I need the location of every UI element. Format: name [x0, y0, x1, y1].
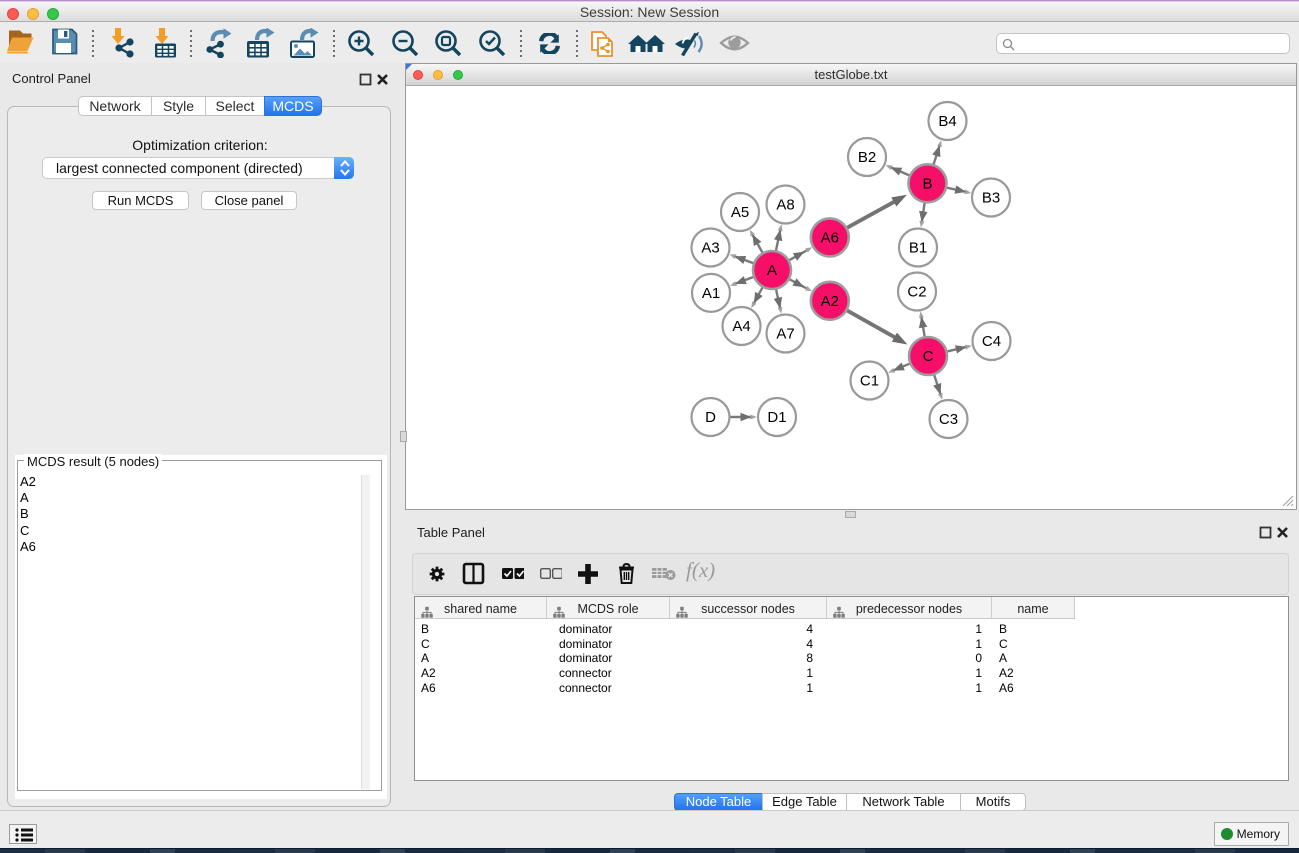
svg-text:C: C: [923, 348, 934, 365]
svg-text:A7: A7: [776, 326, 794, 343]
svg-text:A8: A8: [776, 197, 794, 214]
svg-text:B2: B2: [858, 149, 876, 166]
svg-text:B: B: [922, 175, 932, 192]
svg-text:D1: D1: [767, 409, 786, 426]
svg-text:A6: A6: [821, 229, 839, 246]
svg-text:B3: B3: [982, 190, 1000, 207]
svg-text:C3: C3: [939, 411, 958, 428]
svg-text:A4: A4: [732, 318, 750, 335]
svg-text:A3: A3: [701, 240, 719, 257]
svg-text:B1: B1: [909, 240, 927, 257]
svg-text:C2: C2: [907, 284, 926, 301]
svg-text:B4: B4: [938, 113, 956, 130]
svg-text:A2: A2: [821, 293, 839, 310]
svg-text:A: A: [767, 262, 777, 279]
svg-text:C4: C4: [982, 333, 1001, 350]
svg-text:C1: C1: [860, 373, 879, 390]
svg-text:A1: A1: [702, 285, 720, 302]
svg-text:A5: A5: [731, 204, 749, 221]
svg-text:D: D: [705, 409, 716, 426]
